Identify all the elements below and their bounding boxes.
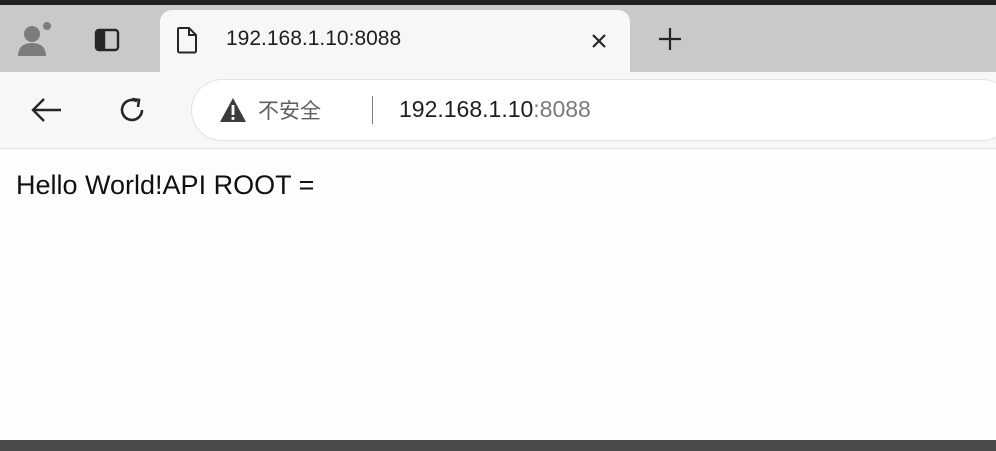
active-tab[interactable]: 192.168.1.10:8088 (160, 10, 630, 72)
back-button[interactable] (22, 86, 70, 134)
profile-avatar-icon (18, 22, 51, 56)
security-label: 不安全 (258, 100, 321, 123)
address-divider (372, 96, 373, 124)
reload-button[interactable] (108, 86, 156, 134)
url-host: 192.168.1.10 (399, 96, 534, 122)
tab-close-button[interactable] (584, 26, 614, 56)
vertical-tabs-button[interactable] (84, 17, 130, 63)
back-arrow-icon (31, 98, 61, 122)
close-icon (592, 34, 606, 48)
url-port: :8088 (533, 96, 591, 122)
navigation-toolbar: 不安全 192.168.1.10:8088 (0, 72, 996, 148)
plus-icon (659, 28, 681, 50)
window-bottom-edge (0, 440, 996, 451)
site-security-indicator[interactable]: 不安全 (218, 94, 321, 126)
profile-button[interactable] (12, 17, 58, 63)
vertical-tabs-icon (94, 28, 120, 52)
tab-title: 192.168.1.10:8088 (226, 27, 402, 50)
reload-icon (120, 97, 144, 122)
new-tab-button[interactable] (650, 19, 690, 59)
tab-strip: 192.168.1.10:8088 (0, 5, 996, 72)
page-body-text: Hello World!API ROOT = (16, 170, 315, 200)
url-text[interactable]: 192.168.1.10:8088 (399, 96, 591, 123)
warning-triangle-icon (218, 96, 248, 124)
address-bar[interactable]: 不安全 192.168.1.10:8088 (192, 80, 996, 140)
page-icon (177, 27, 197, 54)
page-content: Hello World!API ROOT = (0, 148, 996, 441)
browser-window: 192.168.1.10:8088 不安全 192.168.1.10:8088 … (0, 0, 996, 451)
